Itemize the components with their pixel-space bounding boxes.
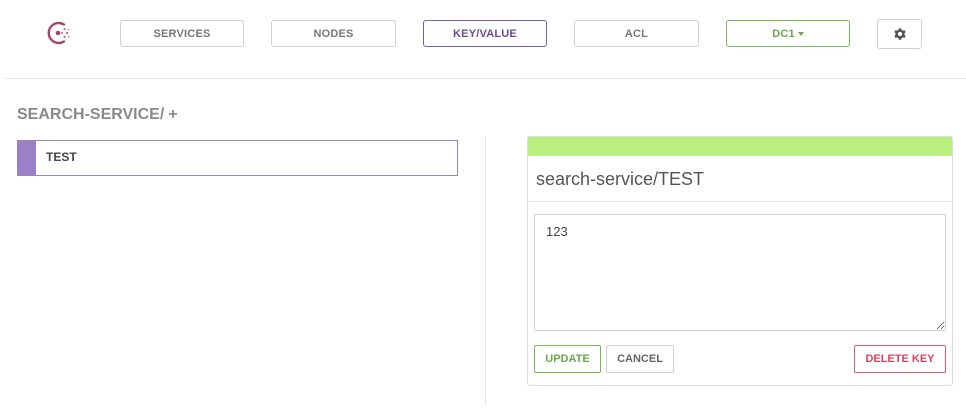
datacenter-dropdown[interactable]: DC1 [726,20,850,47]
caret-down-icon [797,31,804,36]
datacenter-label: DC1 [772,27,795,40]
nav-services-button[interactable]: SERVICES [120,20,244,47]
update-button[interactable]: UPDATE [534,345,601,373]
header-divider [4,78,966,79]
breadcrumb-path[interactable]: SEARCH-SERVICE/ [17,106,164,123]
cancel-button[interactable]: CANCEL [606,345,674,373]
nav-acl-button[interactable]: ACL [574,20,699,47]
nav-nodes-button[interactable]: NODES [271,20,396,47]
selected-indicator [18,141,36,175]
breadcrumb: SEARCH-SERVICE/+ [17,106,178,124]
panel-title: search-service/TEST [536,169,705,189]
key-editor-panel: search-service/TEST 123 UPDATE CANCEL DE… [527,136,953,386]
top-navigation: SERVICES NODES KEY/VALUE ACL DC1 [0,0,966,78]
nav-keyvalue-button[interactable]: KEY/VALUE [423,20,547,47]
panel-divider [528,201,952,202]
consul-logo-icon[interactable] [44,19,72,47]
value-textarea[interactable]: 123 [534,214,946,331]
gear-icon [893,28,906,40]
panel-status-bar [528,137,952,156]
delete-key-button[interactable]: DELETE KEY [854,345,946,373]
column-divider [485,136,486,406]
key-list-item-label: TEST [46,150,77,164]
add-key-button[interactable]: + [168,106,177,123]
key-list-item-test[interactable]: TEST [17,140,458,176]
settings-button[interactable] [877,19,922,49]
